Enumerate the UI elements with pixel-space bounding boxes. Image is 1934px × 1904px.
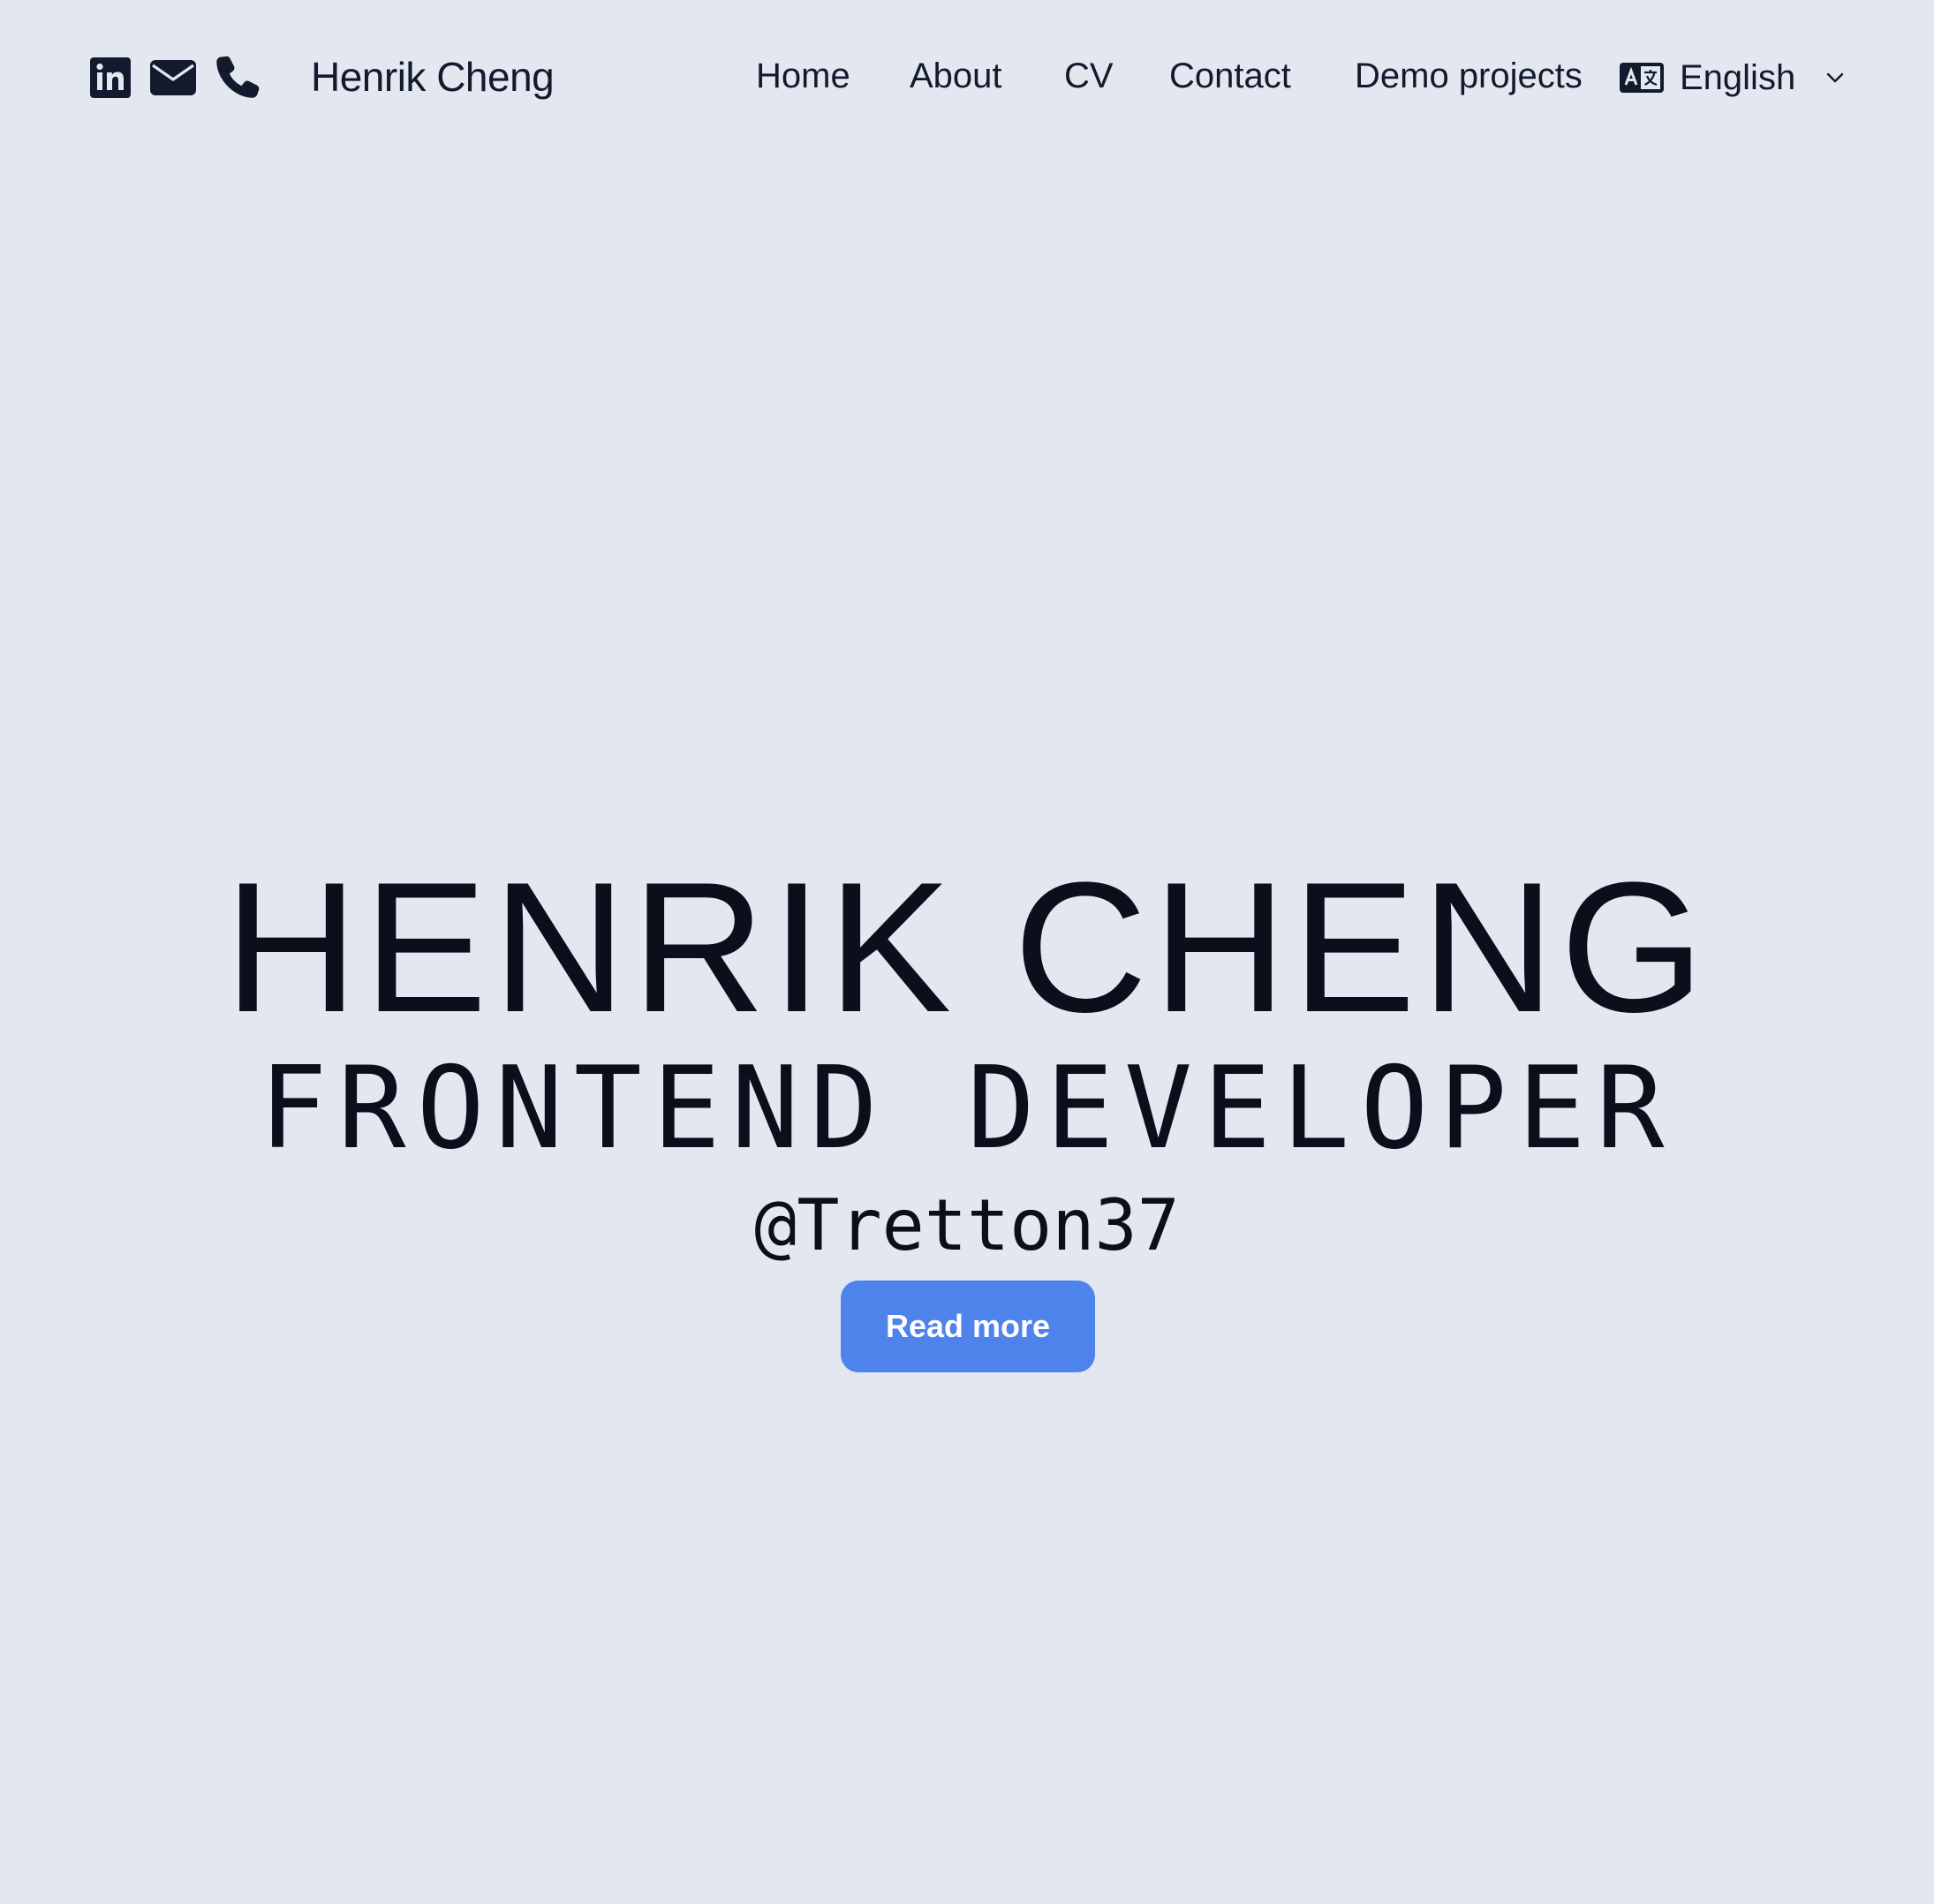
hero-role: FRONTEND DEVELOPER	[259, 1043, 1675, 1175]
linkedin-icon[interactable]	[90, 57, 131, 98]
phone-icon[interactable]	[214, 55, 260, 101]
read-more-button[interactable]: Read more	[841, 1281, 1095, 1372]
nav-about[interactable]: About	[910, 57, 1002, 96]
navbar: Henrik Cheng Home About CV Contact Demo …	[0, 0, 1934, 159]
site-brand[interactable]: Henrik Cheng	[311, 53, 555, 101]
nav-demo-projects[interactable]: Demo projects	[1355, 57, 1583, 96]
hero-handle: @Tretton37	[754, 1184, 1180, 1266]
hero-name: HENRIK CHENG	[223, 843, 1711, 1051]
translate-icon	[1620, 63, 1664, 93]
mail-icon[interactable]	[150, 60, 196, 95]
social-links	[90, 55, 260, 101]
nav-cv[interactable]: CV	[1064, 57, 1114, 96]
nav-home[interactable]: Home	[756, 57, 850, 96]
language-label: English	[1680, 57, 1796, 97]
language-selector[interactable]: English	[1620, 55, 1845, 101]
chevron-down-icon	[1825, 72, 1845, 84]
nav-contact[interactable]: Contact	[1169, 57, 1291, 96]
